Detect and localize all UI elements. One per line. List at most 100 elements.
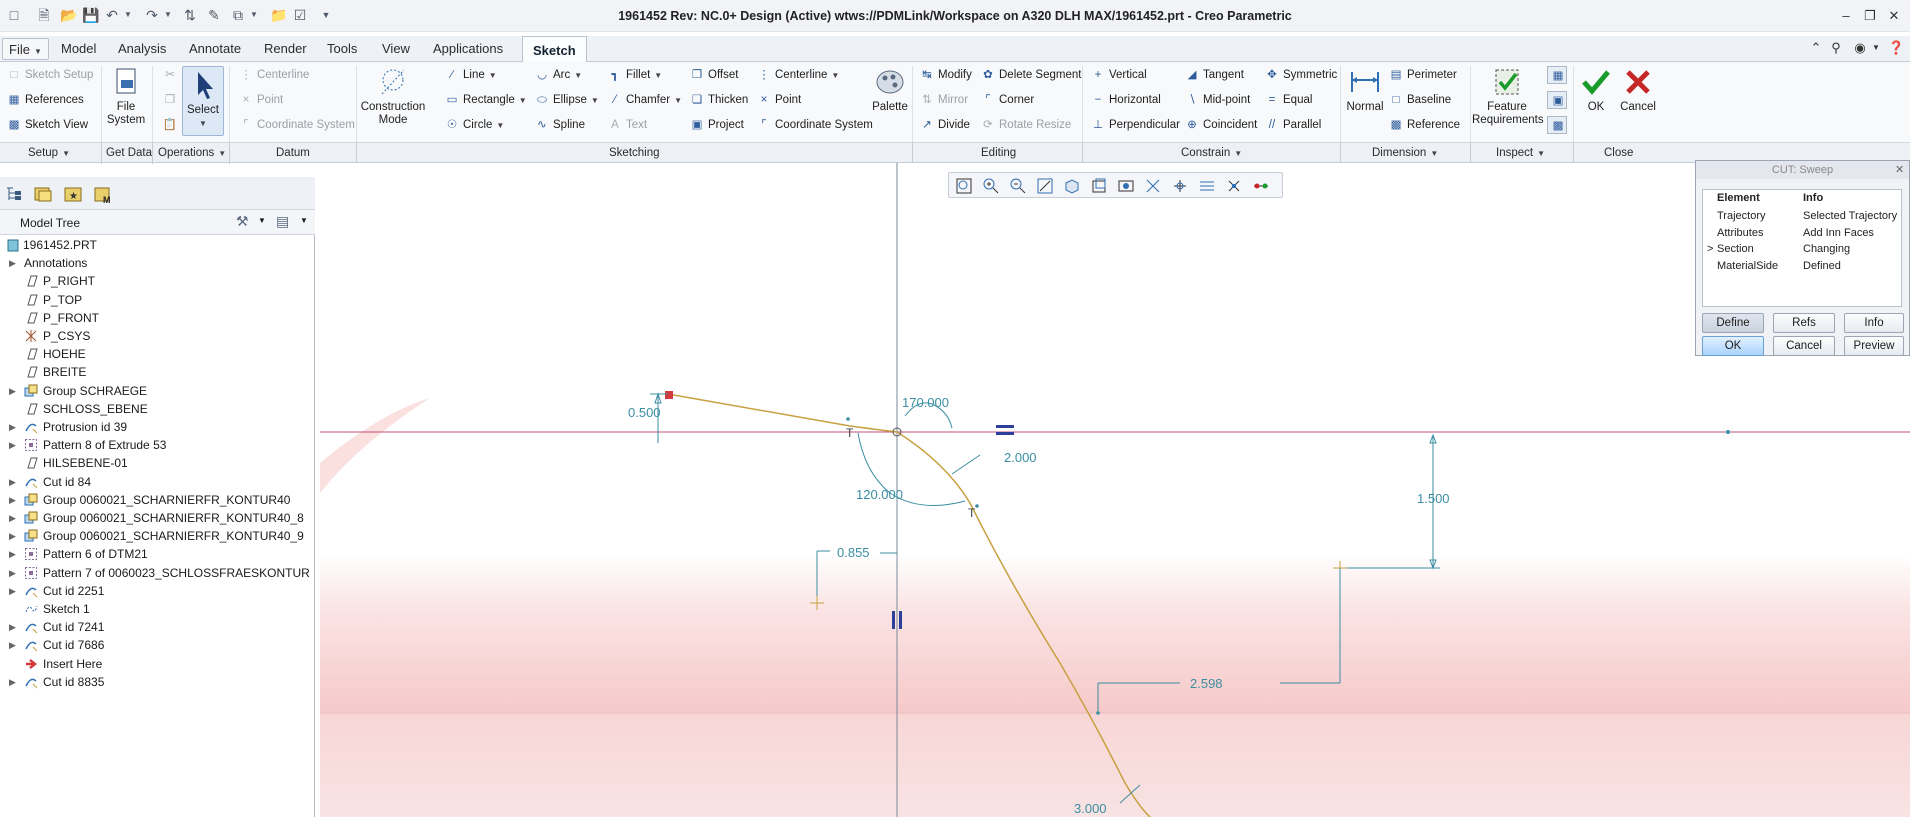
dimension-2598[interactable]: 2.598 — [1190, 676, 1223, 691]
rectangle-button[interactable]: ▭ Rectangle ▼ — [444, 91, 527, 109]
datum-centerline-button[interactable]: ⋮ Centerline — [238, 66, 309, 84]
tree-item[interactable]: ▶ Cut id 8835 — [0, 673, 315, 691]
equal-constraint-symbol[interactable] — [996, 425, 1014, 435]
spline-button[interactable]: ∿ Spline — [534, 116, 585, 134]
tree-item[interactable]: P_FRONT — [0, 309, 315, 327]
sketch-view-toolbar-icon[interactable] — [1225, 177, 1243, 195]
group-dimension[interactable]: Dimension ▼ — [1372, 147, 1438, 159]
dimension-0500[interactable]: 0.500 — [628, 405, 661, 420]
info-button[interactable]: Info — [1844, 313, 1904, 333]
expand-arrow-icon[interactable]: ▶ — [9, 673, 16, 691]
tree-item[interactable]: HILSEBENE-01 — [0, 454, 315, 472]
group-operations[interactable]: Operations ▼ — [158, 147, 226, 159]
shade-closed-loops-button[interactable]: ▩ — [1547, 116, 1567, 134]
community-icon[interactable]: ◉ — [1852, 40, 1868, 56]
overlapping-geometry-button[interactable]: ▣ — [1547, 91, 1567, 109]
expand-arrow-icon[interactable]: ▶ — [9, 564, 16, 582]
copy-icon-button[interactable]: ❐ — [162, 91, 181, 109]
preview-button[interactable]: Preview — [1844, 336, 1904, 356]
sketch-line-segment[interactable] — [667, 393, 898, 433]
expand-arrow-icon[interactable]: ▶ — [9, 382, 16, 400]
dimension-1500[interactable]: 1.500 — [1417, 491, 1450, 506]
tree-item[interactable]: ▶ Cut id 7686 — [0, 636, 315, 654]
select-button[interactable]: Select ▼ — [182, 66, 224, 136]
help-icon[interactable]: ❓ — [1888, 40, 1904, 56]
tab-analysis[interactable]: Analysis — [118, 41, 166, 56]
tree-item[interactable]: P_RIGHT — [0, 272, 315, 290]
dimension-2000[interactable]: 2.000 — [1004, 450, 1037, 465]
tree-item[interactable]: ▶ Group 0060021_SCHARNIERFR_KONTUR40_8 — [0, 509, 315, 527]
layer-tree-tab-icon[interactable]: M — [93, 185, 115, 205]
dialog-element-cell[interactable]: Section — [1717, 241, 1754, 257]
graphics-area[interactable]: 0.500 170.000 T T 2.000 120.000 0.855 1.… — [320, 163, 1910, 817]
normal-dimension-button[interactable]: Normal — [1345, 66, 1385, 114]
tree-item[interactable]: P_TOP — [0, 291, 315, 309]
collapse-ribbon-icon[interactable]: ⌃ — [1808, 40, 1824, 56]
dimension-170[interactable]: 170.000 — [902, 395, 949, 410]
sketch-canvas[interactable]: 0.500 170.000 T T 2.000 120.000 0.855 1.… — [320, 163, 1910, 817]
toggle-constraints-icon[interactable] — [1252, 177, 1270, 195]
parallel-constraint-button[interactable]: //Parallel — [1264, 116, 1322, 134]
sketch-coordinate-system-button[interactable]: ⌜ Coordinate System — [756, 116, 873, 134]
dialog-element-cell[interactable]: Attributes — [1717, 225, 1763, 241]
feature-requirements-button[interactable]: Feature Requirements — [1472, 66, 1544, 127]
construction-mode-button[interactable]: Construction Mode — [360, 66, 426, 127]
ellipse-button[interactable]: ⬭ Ellipse ▼ — [534, 91, 599, 109]
expand-arrow-icon[interactable]: ▶ — [9, 618, 16, 636]
tab-model[interactable]: Model — [61, 41, 96, 56]
dialog-element-cell[interactable]: Trajectory — [1717, 208, 1766, 224]
tree-settings-dropdown-icon[interactable]: ▼ — [258, 216, 266, 225]
tab-annotate[interactable]: Annotate — [189, 41, 241, 56]
fillet-button[interactable]: ┓ Fillet ▼ — [607, 66, 663, 84]
tree-item[interactable]: ▶ Pattern 8 of Extrude 53 — [0, 436, 315, 454]
baseline-button[interactable]: □ Baseline — [1388, 91, 1452, 109]
tab-tools[interactable]: Tools — [327, 41, 357, 56]
dialog-cancel-button[interactable]: Cancel — [1773, 336, 1835, 356]
file-system-button[interactable]: File System — [104, 66, 148, 127]
close-window-icon[interactable]: ✕ — [1886, 8, 1902, 24]
folder-browser-tab-icon[interactable] — [33, 185, 53, 203]
zoom-in-icon[interactable] — [982, 177, 1000, 195]
restore-icon[interactable]: ❐ — [1862, 8, 1878, 24]
minimize-icon[interactable]: – — [1838, 8, 1854, 24]
dialog-element-cell[interactable]: MaterialSide — [1717, 258, 1778, 274]
equal-constraint-button[interactable]: = Equal — [1264, 91, 1313, 109]
tab-view[interactable]: View — [382, 41, 410, 56]
tab-sketch[interactable]: Sketch — [522, 36, 587, 63]
tree-item[interactable]: ▶ Cut id 84 — [0, 473, 315, 491]
tree-item[interactable]: 1961452.PRT — [0, 236, 315, 254]
expand-arrow-icon[interactable]: ▶ — [9, 436, 16, 454]
refit-icon[interactable] — [955, 177, 973, 195]
dimension-0855[interactable]: 0.855 — [837, 545, 870, 560]
tree-item[interactable]: ▶ Pattern 7 of 0060023_SCHLOSSFRAESKONTUR — [0, 564, 315, 582]
refs-button[interactable]: Refs — [1773, 313, 1835, 333]
tree-item[interactable]: SCHLOSS_EBENE — [0, 400, 315, 418]
circle-button[interactable]: ☉ Circle ▼ — [444, 116, 504, 134]
sketch-view-button[interactable]: ▩ Sketch View — [6, 116, 89, 134]
tree-item[interactable]: ▶ Annotations — [0, 254, 315, 272]
sketch-setup-button[interactable]: □ Sketch Setup — [6, 66, 94, 84]
expand-arrow-icon[interactable]: ▶ — [9, 418, 16, 436]
display-style-icon[interactable] — [1063, 177, 1081, 195]
expand-arrow-icon[interactable]: ▶ — [9, 254, 16, 272]
favorites-tab-icon[interactable]: ★ — [63, 185, 83, 203]
corner-button[interactable]: ⌜ Corner — [980, 91, 1034, 109]
tree-settings-icon[interactable]: ⚒ — [236, 213, 249, 230]
group-constrain[interactable]: Constrain ▼ — [1181, 147, 1242, 159]
mirror-button[interactable]: ⇅ Mirror — [919, 91, 968, 109]
tab-applications[interactable]: Applications — [433, 41, 503, 56]
symmetric-constraint-button[interactable]: ✥ Symmetric — [1264, 66, 1337, 84]
tree-item[interactable]: ▶ Cut id 2251 — [0, 582, 315, 600]
dimension-3000[interactable]: 3.000 — [1074, 801, 1107, 816]
expand-arrow-icon[interactable]: ▶ — [9, 582, 16, 600]
search-icon[interactable]: ⚲ — [1828, 40, 1844, 56]
reference-dimension-button[interactable]: ▩ Reference — [1388, 116, 1461, 134]
tree-item[interactable]: HOEHE — [0, 345, 315, 363]
perimeter-button[interactable]: ▤ Perimeter — [1388, 66, 1457, 84]
group-setup[interactable]: Setup ▼ — [28, 147, 70, 159]
view-manager-icon[interactable] — [1117, 177, 1135, 195]
sketcher-display-filters-icon[interactable] — [1198, 177, 1216, 195]
cut-icon-button[interactable]: ✂ — [162, 66, 181, 84]
project-button[interactable]: ▣ Project — [689, 116, 744, 134]
tree-item[interactable]: ▶ Group 0060021_SCHARNIERFR_KONTUR40_9 — [0, 527, 315, 545]
